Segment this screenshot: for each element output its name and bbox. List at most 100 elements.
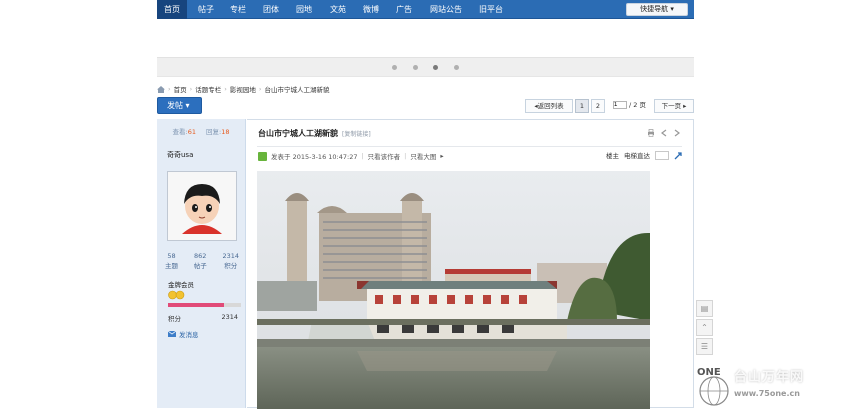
breadcrumb-separator: › bbox=[168, 85, 171, 93]
floating-tools: ▤ ⌃ ☰ bbox=[696, 300, 713, 357]
carousel-dot[interactable] bbox=[392, 65, 397, 70]
nav-item-old-platform[interactable]: 旧平台 bbox=[473, 0, 509, 19]
new-post-label: 发帖 bbox=[167, 101, 183, 110]
watermark-site-name: 台山万年网 bbox=[734, 370, 805, 385]
points-progress-fill bbox=[168, 303, 225, 307]
nav-item-literature[interactable]: 文苑 bbox=[323, 0, 353, 19]
page-total: / 2 页 bbox=[629, 101, 647, 109]
chevron-down-icon: ▾ bbox=[670, 5, 674, 13]
nav-item-garden[interactable]: 园地 bbox=[289, 0, 319, 19]
nav-item-groups[interactable]: 团体 bbox=[256, 0, 286, 19]
triangle-right-icon: ▸ bbox=[440, 152, 444, 160]
new-post-button[interactable]: 发帖 ▾ bbox=[157, 97, 202, 114]
meta-separator: | bbox=[404, 152, 407, 160]
send-message-link[interactable]: 发消息 bbox=[168, 329, 199, 339]
replies-count: 回复:18 bbox=[206, 126, 229, 136]
large-image-link[interactable]: 只看大图 bbox=[410, 151, 436, 161]
post-meta: 发表于 2015-3-16 10:47:27 | 只看该作者 | 只看大图 ▸ bbox=[258, 151, 444, 161]
cartoon-avatar-icon bbox=[168, 172, 236, 240]
chevron-down-icon: ▾ bbox=[185, 101, 190, 110]
envelope-icon bbox=[168, 331, 176, 337]
online-status-icon bbox=[258, 151, 267, 161]
post-title-row: 台山市宁城人工湖新貌 [复制链接] bbox=[258, 128, 371, 139]
nav-item-weibo[interactable]: 微博 bbox=[356, 0, 386, 19]
breadcrumb-separator: › bbox=[224, 85, 227, 93]
member-rank: 金牌会员 bbox=[168, 281, 194, 289]
stat-points[interactable]: 2314 积分 bbox=[222, 251, 239, 271]
points-value: 2314 bbox=[221, 313, 238, 321]
nav-item-columns[interactable]: 专栏 bbox=[223, 0, 253, 19]
thread-counts: 查看:61 回复:18 bbox=[157, 119, 245, 143]
stat-label: 积分 bbox=[224, 262, 238, 270]
print-icon[interactable] bbox=[647, 129, 655, 137]
comment-icon[interactable]: ▤ bbox=[696, 300, 713, 317]
page-jump: / 2 页 bbox=[608, 99, 651, 113]
floor-controls: 楼主 电梯直达 bbox=[606, 150, 683, 160]
page-1-button[interactable]: 1 bbox=[575, 99, 589, 113]
views-value: 61 bbox=[187, 128, 196, 136]
globe-logo-icon: ONE bbox=[697, 367, 729, 406]
nav-item-announcements[interactable]: 网站公告 bbox=[424, 0, 468, 19]
page-jump-input[interactable] bbox=[612, 101, 627, 109]
points-label: 积分 bbox=[168, 315, 181, 323]
carousel-dot[interactable] bbox=[454, 65, 459, 70]
back-to-list-button[interactable]: ◂返回列表 bbox=[525, 99, 573, 113]
stat-label: 主题 bbox=[165, 262, 178, 270]
author-stats: 58 主题 862 帖子 2314 积分 bbox=[165, 251, 239, 271]
stat-topics[interactable]: 58 主题 bbox=[165, 251, 178, 271]
nav-item-home[interactable]: 首页 bbox=[157, 0, 187, 19]
views-count: 查看:61 bbox=[173, 126, 196, 136]
nav-item-posts[interactable]: 帖子 bbox=[191, 0, 221, 19]
send-message-label: 发消息 bbox=[179, 331, 199, 339]
banner-carousel bbox=[157, 57, 694, 77]
breadcrumb-topics[interactable]: 话题专栏 bbox=[195, 84, 221, 94]
breadcrumb: › 首页 › 话题专栏 › 影视园地 › 台山市宁城人工湖新貌 bbox=[157, 84, 694, 94]
stat-value: 58 bbox=[167, 252, 176, 260]
breadcrumb-separator: › bbox=[189, 85, 193, 93]
watermark-url: www.75one.cn bbox=[734, 389, 800, 398]
page-2-button[interactable]: 2 bbox=[591, 99, 605, 113]
stat-value: 862 bbox=[194, 252, 207, 260]
breadcrumb-current[interactable]: 台山市宁城人工湖新貌 bbox=[264, 84, 329, 94]
divider bbox=[257, 146, 682, 147]
breadcrumb-forum[interactable]: 影视园地 bbox=[230, 84, 256, 94]
points-row: 积分 2314 bbox=[168, 313, 238, 323]
stat-posts[interactable]: 862 帖子 bbox=[194, 251, 207, 271]
medal-icon bbox=[168, 290, 185, 300]
author-name[interactable]: 奇奇usa bbox=[167, 150, 193, 160]
stat-value: 2314 bbox=[222, 252, 239, 260]
breadcrumb-home[interactable]: 首页 bbox=[174, 84, 187, 94]
next-page-button[interactable]: 下一页 ▸ bbox=[654, 99, 694, 113]
quick-nav-label: 快捷导航 bbox=[640, 5, 669, 13]
watermark-logo-text: ONE bbox=[697, 367, 721, 378]
floor-input[interactable] bbox=[655, 150, 669, 160]
quick-nav-button[interactable]: 快捷导航 ▾ bbox=[626, 3, 688, 16]
avatar[interactable] bbox=[167, 171, 237, 241]
author-only-link[interactable]: 只看该作者 bbox=[368, 151, 401, 161]
meta-separator: | bbox=[361, 152, 364, 160]
list-icon[interactable]: ☰ bbox=[696, 338, 713, 355]
nav-item-ads[interactable]: 广告 bbox=[389, 0, 419, 19]
breadcrumb-separator: › bbox=[258, 85, 262, 93]
post-content: 台山市宁城人工湖新貌 [复制链接] 发表于 2015-3-16 10:47:27… bbox=[247, 119, 694, 409]
floor-label: 楼主 bbox=[606, 152, 619, 160]
points-progress-bar bbox=[168, 303, 241, 307]
go-arrow-icon[interactable] bbox=[674, 151, 683, 160]
views-label: 查看: bbox=[172, 128, 188, 136]
stat-label: 帖子 bbox=[193, 262, 207, 270]
arrow-left-icon[interactable] bbox=[660, 129, 668, 137]
post-photo[interactable] bbox=[257, 171, 650, 409]
post-tools bbox=[647, 129, 681, 137]
scroll-top-icon[interactable]: ⌃ bbox=[696, 319, 713, 336]
carousel-dot[interactable] bbox=[413, 65, 418, 70]
arrow-right-icon[interactable] bbox=[673, 129, 681, 137]
top-nav: 首页 帖子 专栏 团体 园地 文苑 微博 广告 网站公告 旧平台 快捷导航 ▾ bbox=[157, 0, 694, 19]
carousel-dot-active[interactable] bbox=[433, 65, 438, 70]
site-watermark: ONE 台山万年网 www.75one.cn bbox=[692, 363, 850, 408]
home-icon[interactable] bbox=[157, 85, 165, 93]
copy-link-button[interactable]: [复制链接] bbox=[342, 129, 371, 138]
post-title: 台山市宁城人工湖新貌 bbox=[258, 129, 338, 138]
post-date: 发表于 2015-3-16 10:47:27 bbox=[271, 153, 358, 161]
jump-to-floor-label: 电梯直达 bbox=[624, 152, 650, 160]
replies-label: 回复: bbox=[206, 128, 222, 136]
